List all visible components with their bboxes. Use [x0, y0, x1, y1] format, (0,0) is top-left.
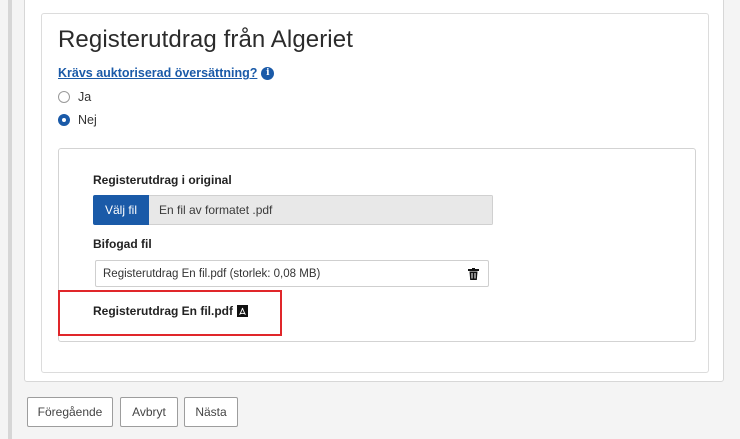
attached-file-row: Registerutdrag En fil.pdf (storlek: 0,08…	[95, 260, 489, 287]
attached-file-heading: Bifogad fil	[93, 237, 152, 251]
document-section: Registerutdrag från Algeriet Krävs aukto…	[41, 13, 709, 373]
previous-button[interactable]: Föregående	[27, 397, 113, 427]
pdf-icon	[237, 305, 249, 317]
radio-nej-label[interactable]: Nej	[78, 113, 97, 127]
next-button[interactable]: Nästa	[184, 397, 238, 427]
upload-panel: Registerutdrag i original Välj fil En fi…	[58, 148, 696, 342]
uploaded-file-link[interactable]: Registerutdrag En fil.pdf	[93, 304, 249, 318]
cancel-button[interactable]: Avbryt	[120, 397, 178, 427]
page: Registerutdrag från Algeriet Krävs aukto…	[0, 0, 740, 439]
attached-file-name: Registerutdrag En fil.pdf (storlek: 0,08…	[103, 267, 321, 280]
uploaded-file-label[interactable]: Registerutdrag En fil.pdf	[93, 304, 233, 318]
section-title: Registerutdrag från Algeriet	[58, 26, 353, 53]
radio-option-ja[interactable]: Ja	[58, 90, 91, 104]
radio-ja-label[interactable]: Ja	[78, 90, 91, 104]
info-icon[interactable]: i	[261, 66, 275, 80]
choose-file-button[interactable]: Välj fil	[93, 195, 149, 225]
translation-help-link[interactable]: Krävs auktoriserad översättning? i	[58, 66, 275, 80]
form-card: Registerutdrag från Algeriet Krävs aukto…	[24, 0, 724, 382]
upload-heading: Registerutdrag i original	[93, 173, 232, 187]
left-divider	[8, 0, 12, 439]
radio-ja[interactable]	[58, 91, 70, 103]
radio-nej[interactable]	[58, 114, 70, 126]
trash-icon[interactable]	[468, 268, 479, 280]
file-picker[interactable]: Välj fil En fil av formatet .pdf	[93, 195, 493, 225]
radio-option-nej[interactable]: Nej	[58, 113, 97, 127]
file-format-hint[interactable]: En fil av formatet .pdf	[149, 195, 493, 225]
help-link-label[interactable]: Krävs auktoriserad översättning?	[58, 66, 257, 80]
